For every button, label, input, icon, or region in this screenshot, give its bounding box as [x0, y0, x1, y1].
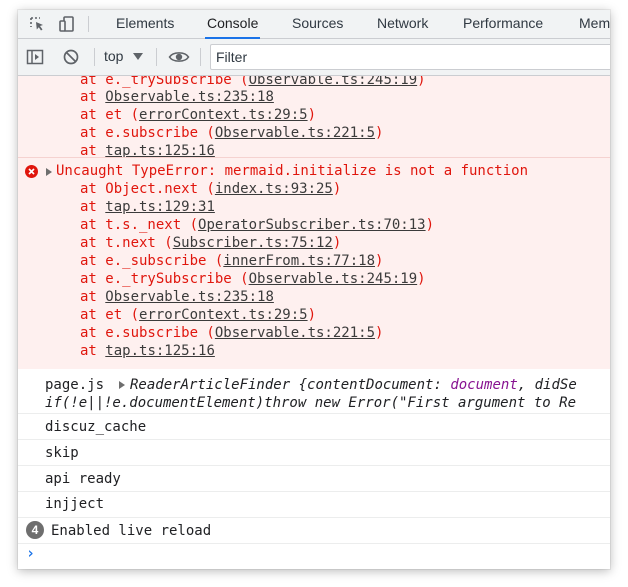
expand-triangle-icon[interactable] — [119, 381, 125, 389]
toolbar-divider — [200, 48, 201, 66]
console-prompt-icon: › — [26, 544, 36, 562]
stack-frame: at e.subscribe (Observable.ts:221:5) — [80, 125, 384, 141]
log-text: injject — [45, 496, 105, 512]
tab-performance[interactable]: Performance — [463, 10, 543, 38]
stack-frame: at e._subscribe (innerFrom.ts:77:18) — [80, 253, 384, 269]
sidebar-toggle-icon[interactable] — [26, 48, 44, 66]
chevron-down-icon[interactable] — [133, 53, 143, 60]
log-text: Enabled live reload — [51, 523, 212, 539]
error-icon — [25, 165, 38, 178]
stack-frame: at et (errorContext.ts:29:5) — [80, 307, 317, 323]
context-selector[interactable]: top — [104, 48, 123, 64]
tab-console[interactable]: Console — [204, 10, 261, 39]
log-source: page.js — [45, 377, 105, 393]
toolbar-divider — [94, 48, 95, 66]
clear-console-icon[interactable] — [62, 48, 80, 66]
device-toolbar-icon[interactable] — [58, 15, 76, 33]
devtools-tabbar: Elements Console Sources Network Perform… — [18, 10, 610, 39]
log-entry: api ready — [18, 466, 610, 492]
log-text: api ready — [45, 471, 121, 487]
object-preview[interactable]: ReaderArticleFinder {contentDocument: do… — [130, 376, 577, 394]
stack-frame: at e.subscribe (Observable.ts:221:5) — [80, 325, 384, 341]
error-message: at e._trySubscribe (Observable.ts:245:19… — [18, 76, 610, 159]
stack-frame: at Observable.ts:235:18 — [80, 289, 274, 305]
error-text: Uncaught TypeError: mermaid.initialize i… — [56, 163, 529, 179]
stack-frame: at t.s._next (OperatorSubscriber.ts:70:1… — [80, 217, 435, 233]
error-message: Uncaught TypeError: mermaid.initialize i… — [18, 157, 610, 370]
repeat-count-badge: 4 — [26, 521, 44, 539]
devtools-window: Elements Console Sources Network Perform… — [18, 10, 610, 569]
tab-sources[interactable]: Sources — [292, 10, 343, 38]
log-entry: skip — [18, 440, 610, 466]
stack-frame: at et (errorContext.ts:29:5) — [80, 107, 317, 123]
toolbar-divider — [156, 48, 157, 66]
log-text: discuz_cache — [45, 419, 147, 435]
tab-elements[interactable]: Elements — [116, 10, 174, 38]
log-text: skip — [45, 445, 79, 461]
log-entry: discuz_cache — [18, 414, 610, 440]
log-entry: injject — [18, 492, 610, 518]
tab-memory[interactable]: Mem — [579, 10, 610, 38]
stack-frame: at e._trySubscribe (Observable.ts:245:19… — [80, 271, 426, 287]
console-output: at e._trySubscribe (Observable.ts:245:19… — [18, 76, 610, 569]
inspect-element-icon[interactable] — [28, 15, 46, 33]
object-source-line: if(!e||!e.documentElement)throw new Erro… — [45, 395, 577, 411]
eye-icon[interactable] — [168, 48, 190, 66]
stack-frame: at t.next (Subscriber.ts:75:12) — [80, 235, 342, 251]
stack-frame: at tap.ts:129:31 — [80, 199, 215, 215]
stack-frame: at Object.next (index.ts:93:25) — [80, 181, 342, 197]
tab-network[interactable]: Network — [377, 10, 428, 38]
stack-frame: at tap.ts:125:16 — [80, 343, 215, 359]
filter-input[interactable] — [210, 44, 610, 70]
log-entry: page.js ReaderArticleFinder {contentDocu… — [18, 369, 610, 414]
console-toolbar: top — [18, 39, 610, 76]
log-entry: 4 Enabled live reload — [18, 518, 610, 544]
tabbar-divider — [88, 16, 89, 32]
console-input[interactable] — [40, 544, 610, 569]
expand-triangle-icon[interactable] — [46, 168, 52, 176]
stack-frame: at Observable.ts:235:18 — [80, 89, 274, 105]
